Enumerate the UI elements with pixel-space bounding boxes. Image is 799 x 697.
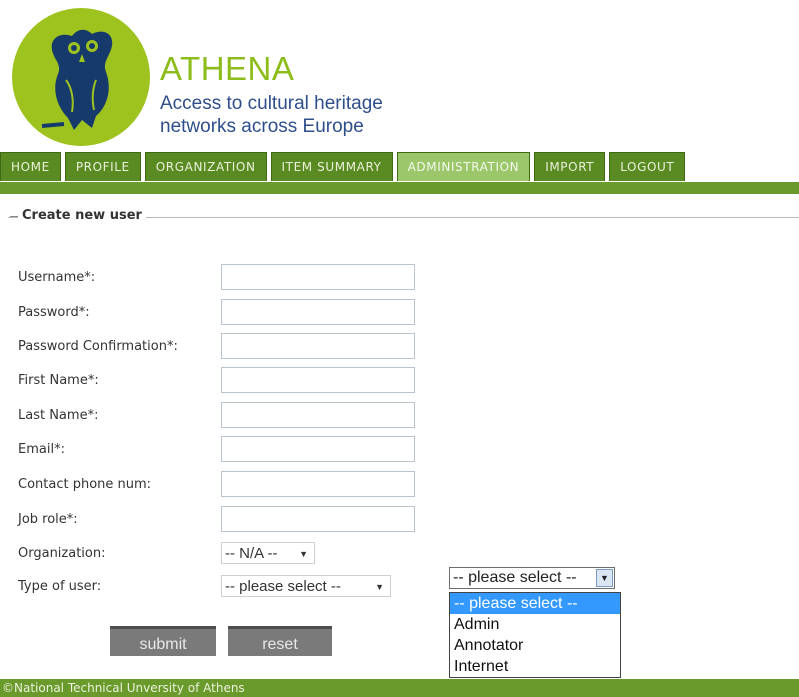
tab-organization[interactable]: ORGANIZATION <box>144 152 267 181</box>
brand-tagline: Access to cultural heritage networks acr… <box>160 93 383 137</box>
open-dropdown-select[interactable]: -- please select -- ▼ <box>449 567 615 589</box>
brand-title: ATHENA <box>160 50 295 87</box>
job-role-input[interactable] <box>221 506 415 532</box>
contact-phone-label: Contact phone num: <box>18 477 152 492</box>
nav-underbar <box>0 182 799 194</box>
tab-import[interactable]: IMPORT <box>534 152 606 181</box>
email-input[interactable] <box>221 436 415 462</box>
chevron-down-icon: ▼ <box>375 582 384 592</box>
dropdown-option-please-select[interactable]: -- please select -- <box>450 593 620 614</box>
organization-select-value: -- N/A -- <box>225 545 278 562</box>
dropdown-option-admin[interactable]: Admin <box>450 614 620 635</box>
reset-button[interactable]: reset <box>228 626 332 656</box>
first-name-label: First Name*: <box>18 373 99 388</box>
type-of-user-select-value: -- please select -- <box>225 578 341 595</box>
dropdown-option-annotator[interactable]: Annotator <box>450 635 620 656</box>
password-label: Password*: <box>18 305 90 320</box>
last-name-label: Last Name*: <box>18 408 99 423</box>
type-of-user-label: Type of user: <box>18 579 102 594</box>
last-name-input[interactable] <box>221 402 415 428</box>
chevron-down-icon: ▼ <box>299 549 308 559</box>
tab-profile[interactable]: PROFILE <box>64 152 141 181</box>
submit-button[interactable]: submit <box>110 626 216 656</box>
dropdown-option-internet[interactable]: Internet <box>450 656 620 677</box>
footer-copyright: ©National Technical Unversity of Athens <box>0 679 799 697</box>
email-label: Email*: <box>18 442 65 457</box>
username-label: Username*: <box>18 270 96 285</box>
chevron-down-icon[interactable]: ▼ <box>596 569 613 587</box>
organization-select[interactable]: -- N/A -- ▼ <box>221 542 315 564</box>
open-dropdown-value: -- please select -- <box>453 569 577 586</box>
password-confirmation-input[interactable] <box>221 333 415 359</box>
athena-owl-logo <box>12 8 150 146</box>
contact-phone-input[interactable] <box>221 471 415 497</box>
password-confirmation-label: Password Confirmation*: <box>18 339 178 354</box>
organization-label: Organization: <box>18 546 106 561</box>
username-input[interactable] <box>221 264 415 290</box>
form-legend: Create new user <box>18 208 146 223</box>
owl-icon <box>41 29 113 130</box>
tab-administration[interactable]: ADMINISTRATION <box>396 152 531 181</box>
dropdown-options-list: -- please select -- Admin Annotator Inte… <box>449 592 621 678</box>
type-of-user-select[interactable]: -- please select -- ▼ <box>221 575 391 597</box>
first-name-input[interactable] <box>221 367 415 393</box>
main-nav: HOME PROFILE ORGANIZATION ITEM SUMMARY A… <box>0 152 689 182</box>
job-role-label: Job role*: <box>18 512 78 527</box>
fieldset-border-left <box>10 216 18 217</box>
tab-logout[interactable]: LOGOUT <box>609 152 686 181</box>
tab-home[interactable]: HOME <box>0 152 61 181</box>
password-input[interactable] <box>221 299 415 325</box>
tab-item-summary[interactable]: ITEM SUMMARY <box>270 152 393 181</box>
